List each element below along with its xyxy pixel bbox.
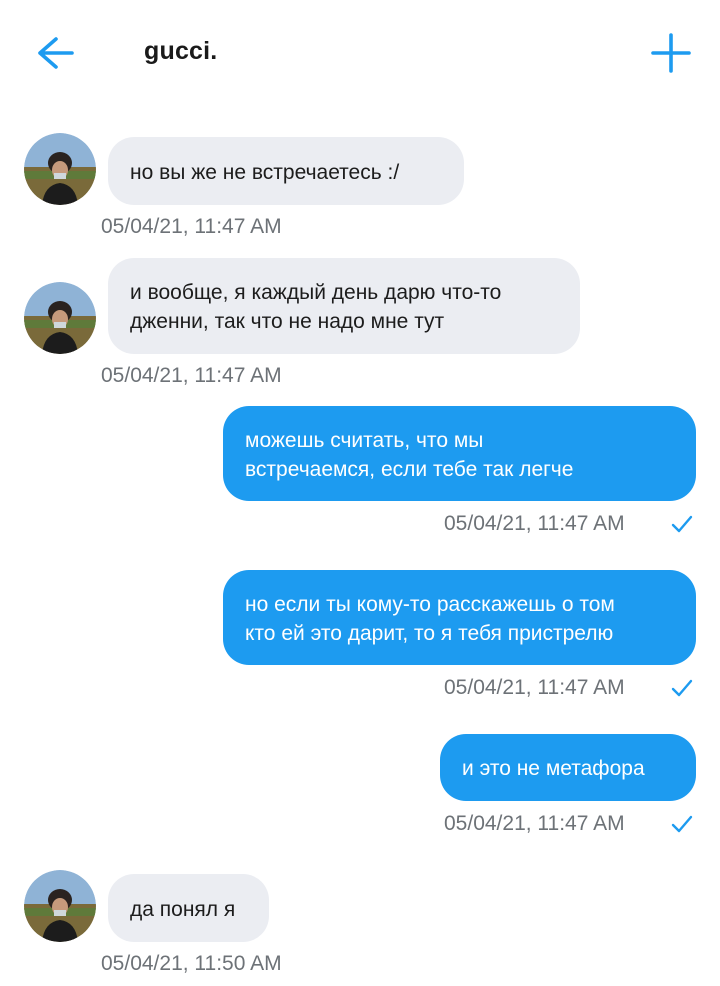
conversation-title[interactable]: gucci. [144,37,217,66]
message-text-line: можешь считать, что мы [245,429,484,452]
message-timestamp: 05/04/21, 11:50 AM [101,952,282,975]
message-timestamp: 05/04/21, 11:47 AM [101,215,282,238]
message-text-line: и вообще, я каждый день дарю что-то [130,281,502,304]
plus-icon[interactable] [650,32,692,74]
message-bubble-outgoing[interactable]: можешь считать, что мы встречаемся, если… [223,406,696,501]
message-text: да понял я [130,898,236,921]
message-text-line: встречаемся, если тебе так легче [245,458,574,481]
checkmark-icon [671,515,693,533]
avatar[interactable] [24,870,96,942]
dm-conversation-screen: gucci. но вы же не встречаетесь :/ 05/04… [0,0,720,986]
message-timestamp: 05/04/21, 11:47 AM [444,812,625,835]
checkmark-icon [671,679,693,697]
checkmark-icon [671,815,693,833]
message-text-line: дженни, так что не надо мне тут [130,310,445,333]
message-timestamp: 05/04/21, 11:47 AM [101,364,282,387]
avatar[interactable] [24,282,96,354]
message-timestamp: 05/04/21, 11:47 AM [444,676,625,699]
message-text-line: но если ты кому-то расскажешь о том [245,593,615,616]
message-text: и это не метафора [462,757,645,780]
message-timestamp: 05/04/21, 11:47 AM [444,512,625,535]
arrow-left-icon[interactable] [34,33,78,73]
conversation-header: gucci. [0,0,720,110]
avatar-image [24,870,96,942]
avatar-image [24,133,96,205]
avatar[interactable] [24,133,96,205]
message-bubble-incoming[interactable]: но вы же не встречаетесь :/ [108,137,464,205]
message-text: но вы же не встречаетесь :/ [130,161,400,184]
message-bubble-outgoing[interactable]: и это не метафора [440,734,696,801]
message-text-line: кто ей это дарит, то я тебя пристрелю [245,622,614,645]
message-bubble-outgoing[interactable]: но если ты кому-то расскажешь о том кто … [223,570,696,665]
avatar-image [24,282,96,354]
message-bubble-incoming[interactable]: да понял я [108,874,269,942]
message-bubble-incoming[interactable]: и вообще, я каждый день дарю что-то джен… [108,258,580,354]
